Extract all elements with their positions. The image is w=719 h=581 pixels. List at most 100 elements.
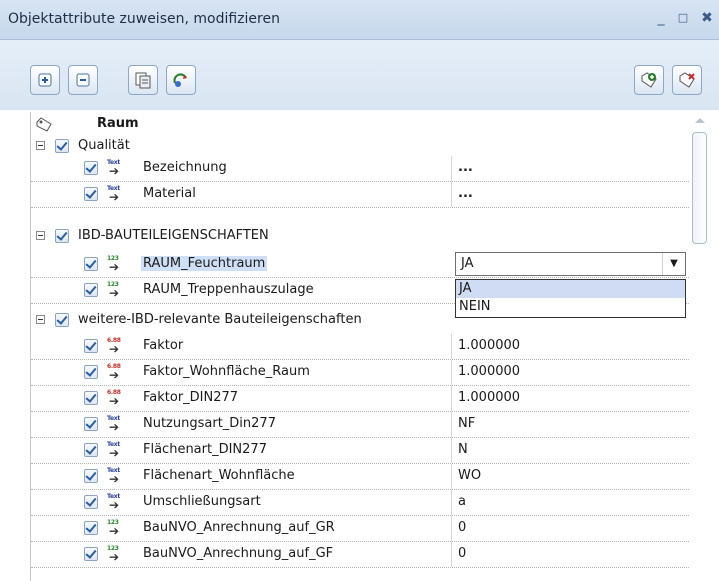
close-button[interactable]: ✖ (697, 8, 717, 28)
combobox-value: JA (461, 256, 474, 271)
dropdown-option-ja[interactable]: JA (456, 280, 685, 298)
tag-add-button[interactable] (634, 65, 664, 95)
property-row[interactable]: Text ➔ Bezeichnung ... (31, 156, 689, 182)
property-value-cell[interactable]: 1.000000 (451, 334, 689, 359)
property-label: Flächenart_Wohnfläche (143, 468, 295, 483)
collapse-icon (76, 73, 90, 87)
property-checkbox[interactable] (84, 339, 98, 353)
property-checkbox[interactable] (84, 283, 98, 297)
property-value-cell[interactable]: WO (451, 464, 689, 489)
collapse-toggle-icon[interactable] (36, 315, 45, 324)
integer-type-icon: 123 ➔ (107, 519, 120, 538)
tag-delete-icon (679, 72, 695, 88)
property-label: Faktor_Wohnfläche_Raum (143, 364, 310, 379)
property-checkbox[interactable] (84, 187, 98, 201)
property-checkbox[interactable] (84, 521, 98, 535)
maximize-button[interactable]: □ (673, 8, 693, 28)
property-checkbox[interactable] (84, 391, 98, 405)
group-checkbox[interactable] (55, 229, 69, 243)
property-row[interactable]: 6.88 ➔ Faktor_Wohnfläche_Raum 1.000000 (31, 360, 689, 386)
attribute-refresh-button[interactable] (166, 65, 196, 95)
collapse-toggle-icon[interactable] (36, 141, 45, 150)
property-value-cell[interactable]: a (451, 490, 689, 515)
property-label: Flächenart_DIN277 (143, 442, 267, 457)
attribute-list-icon (135, 72, 151, 89)
combobox-dropdown-list: JA NEIN (455, 279, 686, 318)
text-type-icon: Text ➔ (107, 467, 120, 486)
property-value-cell[interactable]: ... (451, 156, 689, 181)
ellipsis-button[interactable]: ... (458, 186, 679, 201)
property-row[interactable]: 6.88 ➔ Faktor_DIN277 1.000000 (31, 386, 689, 412)
group-label: IBD-BAUTEILEIGENSCHAFTEN (78, 228, 269, 243)
property-value-cell[interactable]: ... (451, 182, 689, 207)
attribute-tree: Raum Qualität Text ➔ Bezeichnung ... Text… (30, 112, 689, 581)
decimal-type-icon: 6.88 ➔ (107, 337, 121, 356)
minimize-button[interactable]: _ (651, 8, 671, 28)
property-value-cell[interactable]: 1.000000 (451, 360, 689, 385)
scrollbar-thumb[interactable] (692, 132, 707, 244)
text-type-icon: Text ➔ (107, 159, 120, 178)
property-row[interactable]: Text ➔ Umschließungsart a (31, 490, 689, 516)
property-label: RAUM_Feuchtraum (141, 256, 268, 271)
expand-all-button[interactable] (30, 65, 60, 95)
property-row[interactable]: Text ➔ Flächenart_DIN277 N (31, 438, 689, 464)
collapse-toggle-icon[interactable] (36, 231, 45, 240)
attribute-list-button[interactable] (128, 65, 158, 95)
chevron-down-icon[interactable]: ▼ (662, 253, 685, 275)
integer-type-icon: 123 ➔ (107, 255, 120, 274)
property-checkbox[interactable] (84, 547, 98, 561)
attribute-refresh-icon (173, 73, 187, 87)
tag-delete-button[interactable] (672, 65, 702, 95)
property-label: BauNVO_Anrechnung_auf_GF (143, 546, 334, 561)
text-type-icon: Text ➔ (107, 415, 120, 434)
window-title: Objektattribute zuweisen, modifizieren (8, 11, 280, 27)
property-label: Material (143, 186, 196, 201)
property-label: Bezeichnung (143, 160, 227, 175)
group-label: weitere-IBD-relevante Bauteileigenschaft… (78, 312, 362, 327)
property-label: Faktor_DIN277 (143, 390, 239, 405)
tag-add-icon (641, 72, 657, 88)
property-checkbox[interactable] (84, 257, 98, 271)
tree-root-label: Raum (97, 116, 139, 131)
ellipsis-button[interactable]: ... (458, 160, 679, 175)
integer-type-icon: 123 ➔ (107, 281, 120, 300)
property-row[interactable]: 123 ➔ BauNVO_Anrechnung_auf_GF 0 (31, 542, 689, 568)
decimal-type-icon: 6.88 ➔ (107, 389, 121, 408)
property-row[interactable]: 123 ➔ BauNVO_Anrechnung_auf_GR 0 (31, 516, 689, 542)
property-checkbox[interactable] (84, 469, 98, 483)
collapse-all-button[interactable] (68, 65, 98, 95)
property-checkbox[interactable] (84, 365, 98, 379)
toolbar (0, 40, 719, 110)
group-checkbox[interactable] (55, 313, 69, 327)
tag-icon (36, 117, 52, 132)
property-value-cell[interactable]: 0 (451, 516, 689, 541)
group-label: Qualität (78, 138, 130, 153)
property-label: Faktor (143, 338, 184, 353)
property-checkbox[interactable] (84, 443, 98, 457)
property-value-cell[interactable]: 1.000000 (451, 386, 689, 411)
integer-type-icon: 123 ➔ (107, 545, 120, 564)
property-label: BauNVO_Anrechnung_auf_GR (143, 520, 335, 535)
expand-icon (38, 73, 52, 87)
decimal-type-icon: 6.88 ➔ (107, 363, 121, 382)
property-row[interactable]: Text ➔ Nutzungsart_Din277 NF (31, 412, 689, 438)
group-checkbox[interactable] (55, 139, 69, 153)
tree-group-row[interactable]: IBD-BAUTEILEIGENSCHAFTEN (31, 224, 689, 250)
property-label: Nutzungsart_Din277 (143, 416, 276, 431)
feuchtraum-combobox[interactable]: JA ▼ (455, 252, 686, 276)
text-type-icon: Text ➔ (107, 185, 120, 204)
property-checkbox[interactable] (84, 495, 98, 509)
vertical-scrollbar[interactable] (690, 112, 710, 581)
scroll-up-icon[interactable] (695, 118, 705, 123)
property-value-cell[interactable]: N (451, 438, 689, 463)
dropdown-option-nein[interactable]: NEIN (456, 298, 685, 316)
property-row[interactable]: 6.88 ➔ Faktor 1.000000 (31, 334, 689, 360)
property-checkbox[interactable] (84, 161, 98, 175)
property-label: RAUM_Treppenhauszulage (143, 282, 314, 297)
property-checkbox[interactable] (84, 417, 98, 431)
property-label: Umschließungsart (143, 494, 261, 509)
property-value-cell[interactable]: NF (451, 412, 689, 437)
property-row[interactable]: Text ➔ Flächenart_Wohnfläche WO (31, 464, 689, 490)
property-row[interactable]: Text ➔ Material ... (31, 182, 689, 208)
property-value-cell[interactable]: 0 (451, 542, 689, 567)
